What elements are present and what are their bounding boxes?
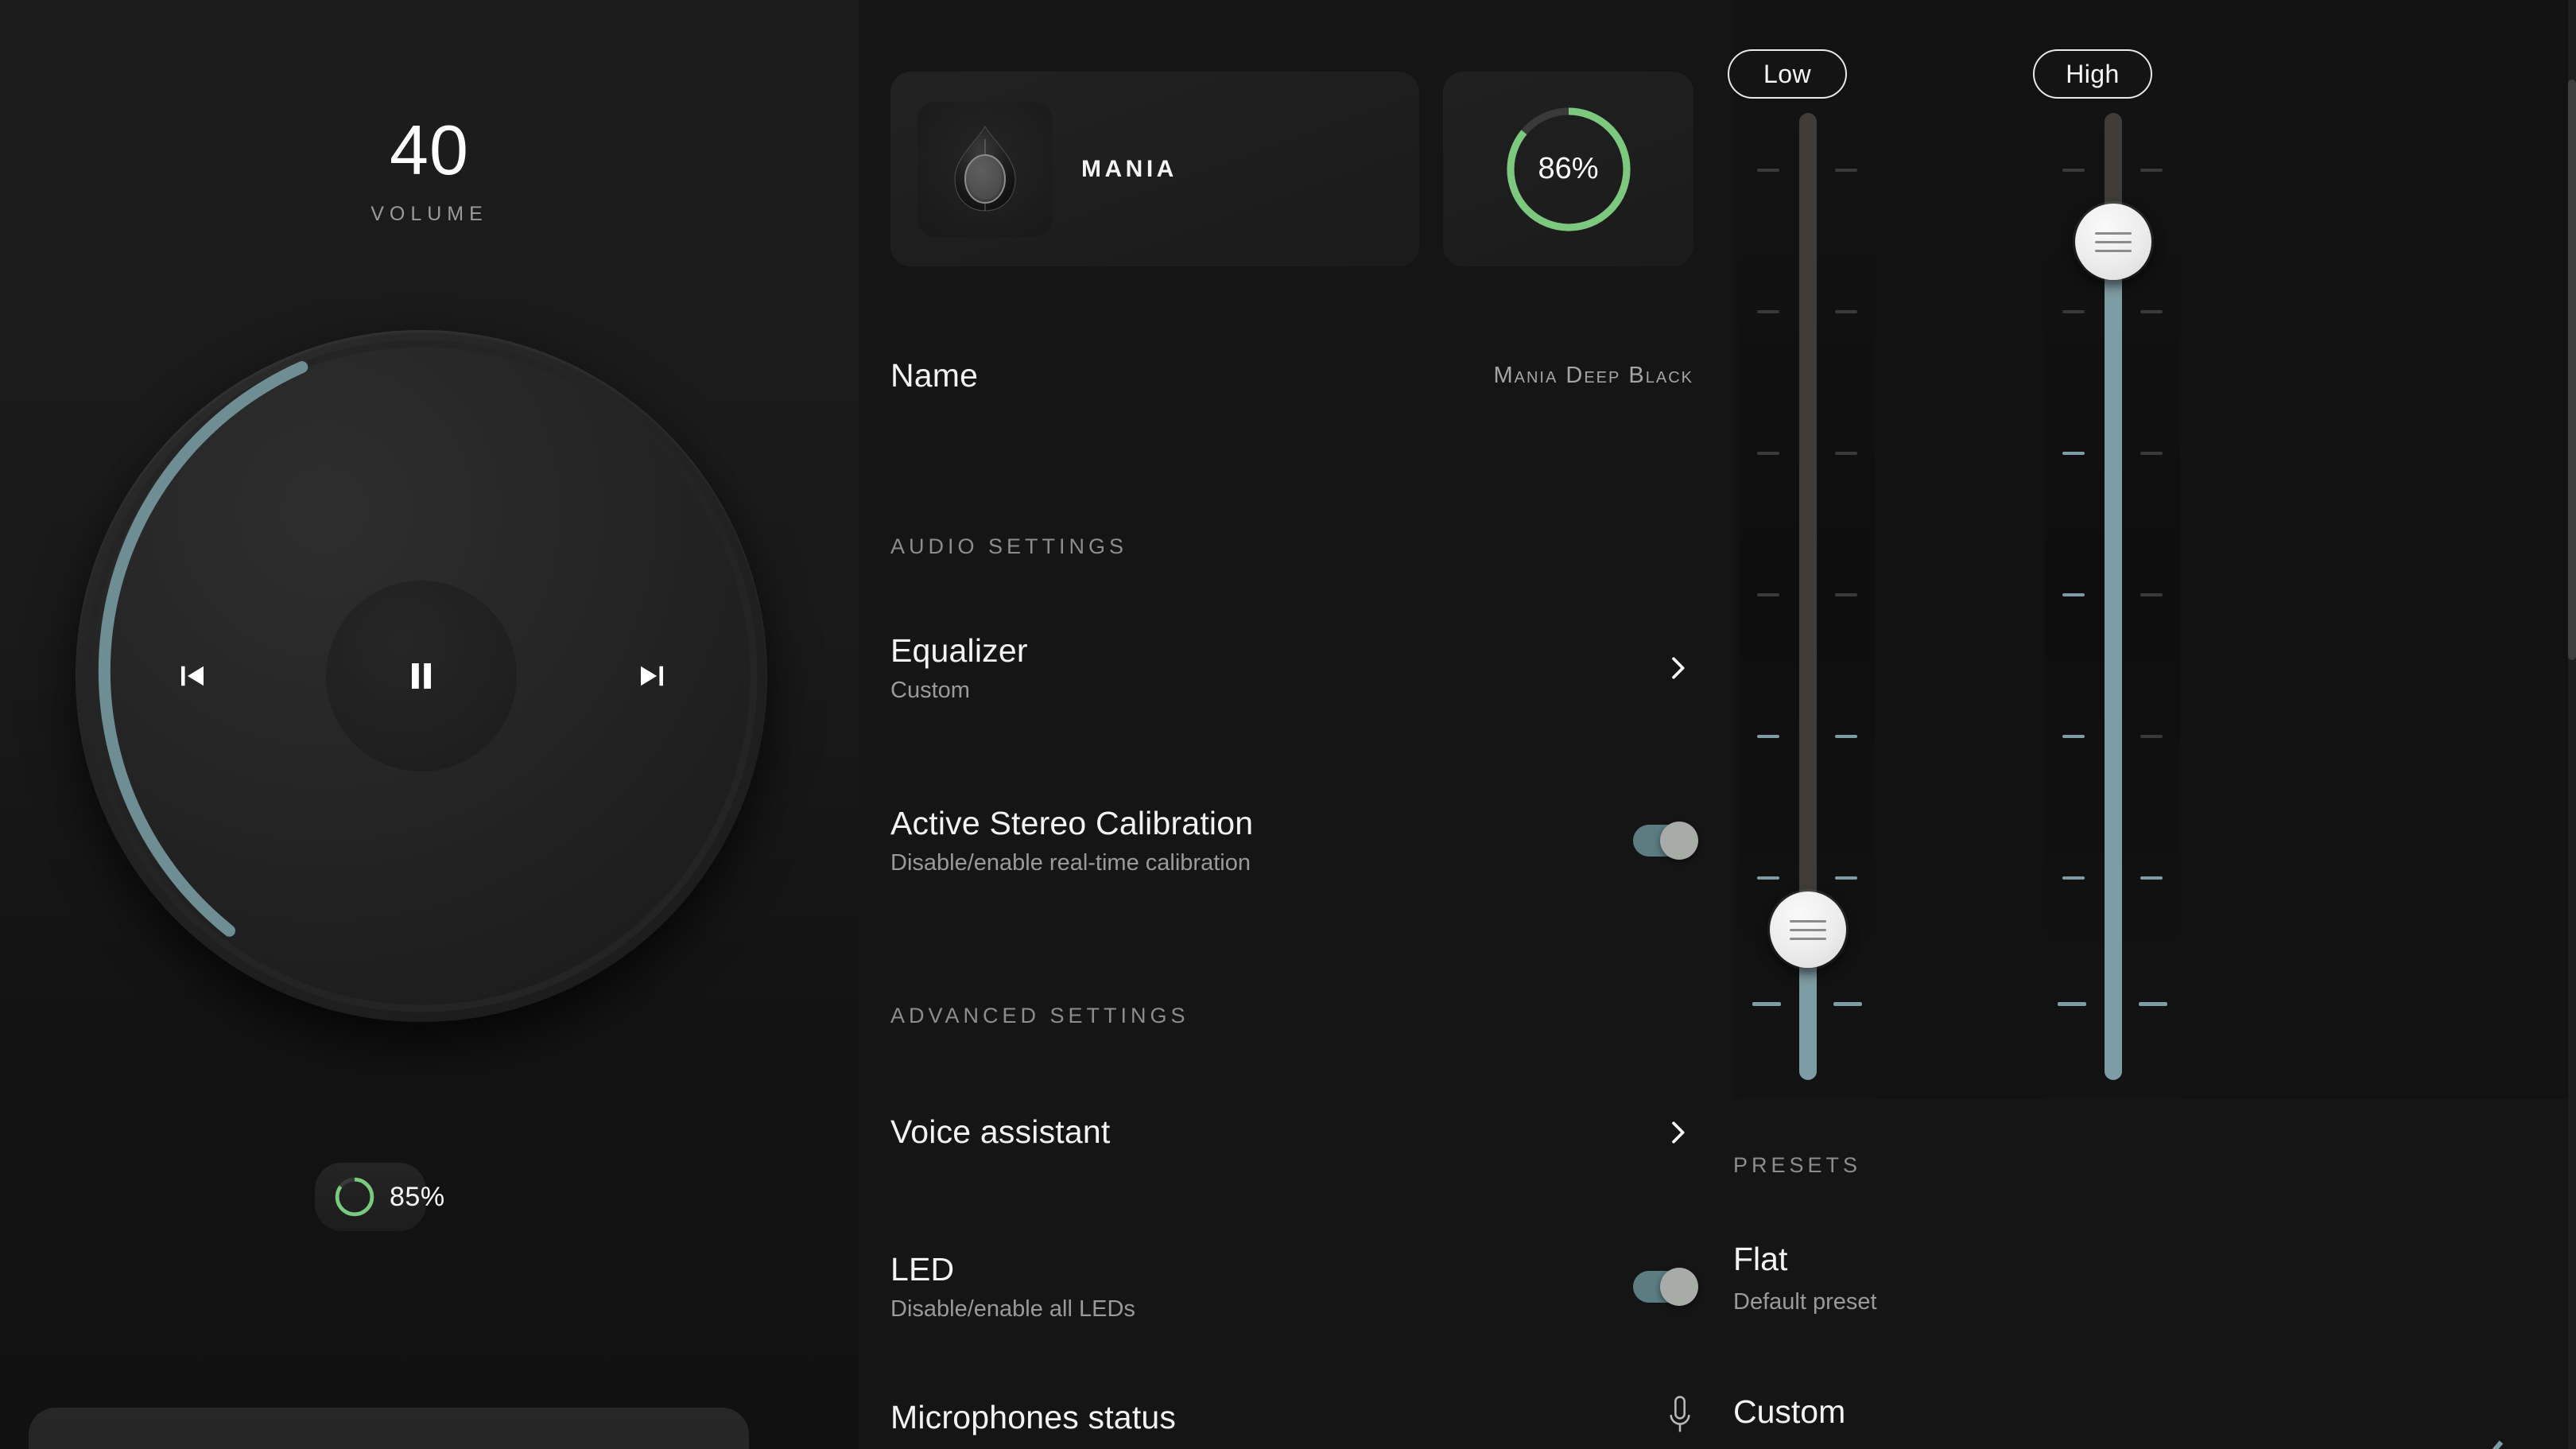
stereo-calibration-title: Active Stereo Calibration <box>890 805 1254 841</box>
volume-panel: 40 VOLUME 85% <box>0 0 859 1449</box>
battery-percent-small: 85% <box>390 1181 445 1212</box>
microphones-status-title: Microphones status <box>890 1398 1177 1435</box>
skip-previous-icon <box>181 666 204 686</box>
volume-value: 40 <box>390 111 469 189</box>
presets-section: PRESETS Flat Default preset Custom <box>1733 0 2576 1449</box>
scrollbar-track[interactable] <box>2568 0 2576 1449</box>
scrollbar-thumb[interactable] <box>2568 80 2576 660</box>
battery-ring-large: 86% <box>1503 103 1635 235</box>
equalizer-subtitle: Custom <box>890 678 970 703</box>
row-microphones-status[interactable]: Microphones status <box>890 1396 1693 1439</box>
device-battery-card[interactable]: 86% <box>1443 72 1693 266</box>
chevron-right-icon[interactable] <box>1662 652 1693 684</box>
battery-status-pill[interactable]: 85% <box>315 1163 444 1231</box>
previous-track-button[interactable] <box>155 639 230 713</box>
row-voice-assistant[interactable]: Voice assistant <box>890 1113 1693 1151</box>
now-playing-card[interactable] <box>29 1408 749 1449</box>
name-row[interactable]: Name Mania Deep Black <box>890 357 1693 394</box>
skip-next-icon <box>641 666 663 686</box>
settings-panel: MANIA 86% Name Mania Deep Black AUDIO SE… <box>859 0 1733 1449</box>
presets-heading: PRESETS <box>1733 1153 1862 1177</box>
preset-flat-subtitle: Default preset <box>1733 1289 1877 1315</box>
audio-settings-heading: AUDIO SETTINGS <box>890 534 1128 558</box>
device-name-label: MANIA <box>1081 155 1177 182</box>
play-pause-button[interactable] <box>384 639 459 713</box>
row-active-stereo-calibration[interactable]: Active Stereo Calibration Disable/enable… <box>890 805 1698 876</box>
device-card[interactable]: MANIA <box>890 72 1419 266</box>
pause-icon <box>412 663 431 689</box>
toggle-knob <box>1660 822 1698 860</box>
device-battery-percent: 86% <box>1538 152 1599 185</box>
speaker-icon <box>918 101 1053 237</box>
preset-custom-name: Custom <box>1733 1393 1846 1430</box>
volume-readout: 40 VOLUME <box>0 115 859 226</box>
chevron-right-icon[interactable] <box>1662 1117 1693 1148</box>
row-led[interactable]: LED Disable/enable all LEDs <box>890 1251 1698 1323</box>
led-subtitle: Disable/enable all LEDs <box>890 1296 1135 1322</box>
row-equalizer[interactable]: Equalizer Custom <box>890 632 1693 704</box>
led-toggle[interactable] <box>1633 1268 1698 1306</box>
preset-flat-name: Flat <box>1733 1241 1788 1277</box>
stereo-calibration-subtitle: Disable/enable real-time calibration <box>890 850 1251 876</box>
led-title: LED <box>890 1251 955 1288</box>
preset-item-flat[interactable]: Flat Default preset <box>1733 1241 2512 1315</box>
name-row-label: Name <box>890 357 979 394</box>
volume-dial[interactable] <box>76 330 767 1022</box>
speaker-control-app: 40 VOLUME 85% MANIA 86% Name Mania Deep … <box>0 0 2576 1449</box>
next-track-button[interactable] <box>615 639 689 713</box>
transport-controls <box>76 330 767 1022</box>
toggle-knob <box>1660 1268 1698 1306</box>
name-row-value: Mania Deep Black <box>1493 363 1693 388</box>
stereo-calibration-toggle[interactable] <box>1633 822 1698 860</box>
preset-item-custom[interactable]: Custom <box>1733 1393 2512 1449</box>
equalizer-panel: Low High PRESETS Flat Default preset Cus… <box>1728 0 2576 1449</box>
volume-label: VOLUME <box>370 203 488 225</box>
battery-ring-small <box>334 1176 375 1218</box>
microphone-icon[interactable] <box>1666 1396 1693 1439</box>
equalizer-title: Equalizer <box>890 632 1028 669</box>
check-icon <box>2492 1440 2504 1449</box>
advanced-settings-heading: ADVANCED SETTINGS <box>890 1004 1189 1028</box>
voice-assistant-title: Voice assistant <box>890 1113 1111 1150</box>
